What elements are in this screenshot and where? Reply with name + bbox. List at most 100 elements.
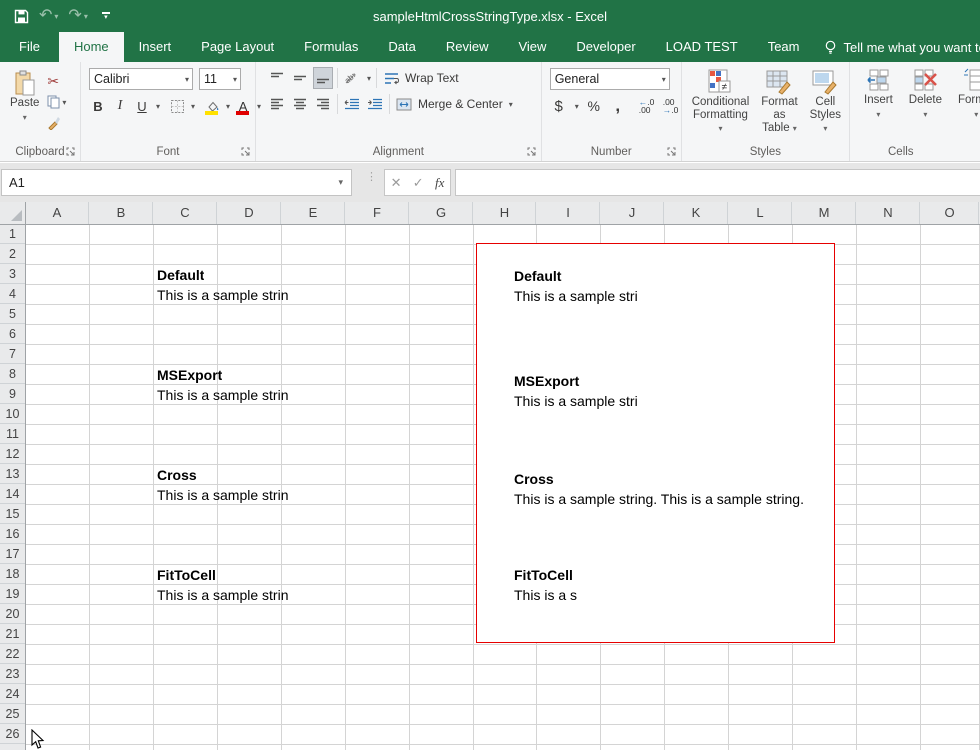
cancel-icon[interactable]: ✕ [391,175,402,191]
row-header-16[interactable]: 16 [0,525,25,544]
cell-C9[interactable]: This is a sample strin [157,387,288,404]
align-bottom-button[interactable] [314,68,332,88]
cell-C4[interactable]: This is a sample strin [157,287,288,304]
column-headers[interactable]: ABCDEFGHIJKLMNO [0,202,980,225]
cut-button[interactable]: ✂ [47,72,66,90]
font-size-combo[interactable]: 11▾ [199,68,241,90]
enter-icon[interactable]: ✓ [413,175,424,191]
row-header-5[interactable]: 5 [0,305,25,324]
name-box[interactable]: A1▾ [1,169,352,196]
align-top-button[interactable] [268,68,286,88]
number-dialog-launcher[interactable] [666,146,677,157]
row-header-12[interactable]: 12 [0,445,25,464]
customize-qat-button[interactable]: ▾ [102,12,110,20]
accounting-format-button[interactable]: $ [550,96,568,116]
row-header-19[interactable]: 19 [0,585,25,604]
row-header-17[interactable]: 17 [0,545,25,564]
row-header-23[interactable]: 23 [0,665,25,684]
row-header-21[interactable]: 21 [0,625,25,644]
orientation-caret-icon[interactable]: ▾ [367,74,371,83]
column-header-N[interactable]: N [857,202,920,224]
row-header-4[interactable]: 4 [0,285,25,304]
cell-C18[interactable]: FitToCell [157,567,216,584]
column-header-A[interactable]: A [26,202,89,224]
row-header-6[interactable]: 6 [0,325,25,344]
column-header-H[interactable]: H [474,202,536,224]
row-header-24[interactable]: 24 [0,685,25,704]
bold-button[interactable]: B [89,96,107,116]
font-name-combo[interactable]: Calibri▾ [89,68,193,90]
undo-button[interactable]: ↶▾ [39,8,58,24]
formula-input[interactable] [455,169,980,196]
insert-cells-button[interactable]: Insert ▾ [860,66,897,143]
row-header-15[interactable]: 15 [0,505,25,524]
alignment-dialog-launcher[interactable] [526,146,537,157]
conditional-formatting-button[interactable]: ≠ Conditional Formatting ▾ [688,66,754,143]
tell-me-box[interactable]: Tell me what you want to do [814,32,980,62]
copy-button[interactable]: ▾ [47,93,66,111]
redo-button[interactable]: ↷▾ [68,8,87,24]
clipboard-dialog-launcher[interactable] [65,146,76,157]
column-header-G[interactable]: G [410,202,473,224]
tab-load-test[interactable]: LOAD TEST [651,32,753,62]
column-header-I[interactable]: I [537,202,600,224]
row-header-2[interactable]: 2 [0,245,25,264]
column-header-F[interactable]: F [346,202,409,224]
cell-styles-button[interactable]: Cell Styles ▾ [806,66,845,143]
redo-caret-icon[interactable]: ▾ [84,12,88,21]
row-headers[interactable]: 1234567891011121314151617181920212223242… [0,225,26,750]
column-header-B[interactable]: B [90,202,153,224]
align-middle-button[interactable] [291,68,309,88]
orientation-button[interactable]: ab [343,68,361,88]
decrease-indent-button[interactable] [343,94,361,114]
cell-C3[interactable]: Default [157,267,204,284]
format-as-table-button[interactable]: Format as Table ▾ [757,66,801,143]
tab-home[interactable]: Home [59,32,124,62]
embedded-picture[interactable]: DefaultThis is a sample striMSExportThis… [476,243,835,643]
row-header-7[interactable]: 7 [0,345,25,364]
column-header-C[interactable]: C [154,202,217,224]
italic-button[interactable]: I [111,96,129,116]
delete-cells-button[interactable]: Delete ▾ [905,66,946,143]
tab-insert[interactable]: Insert [124,32,187,62]
percent-style-button[interactable]: % [585,96,603,116]
comma-style-button[interactable]: , [609,96,627,116]
font-dialog-launcher[interactable] [240,146,251,157]
fill-color-button[interactable] [203,96,221,116]
formula-bar-grip[interactable]: ⋮ [366,175,377,180]
row-header-8[interactable]: 8 [0,365,25,384]
insert-function-icon[interactable]: fx [435,175,444,191]
borders-button[interactable] [168,96,186,116]
borders-caret-icon[interactable]: ▾ [191,102,195,111]
row-header-3[interactable]: 3 [0,265,25,284]
row-header-11[interactable]: 11 [0,425,25,444]
align-center-button[interactable] [291,94,309,114]
row-header-9[interactable]: 9 [0,385,25,404]
column-header-D[interactable]: D [218,202,281,224]
merge-center-label[interactable]: Merge & Center [418,97,503,111]
underline-caret-icon[interactable]: ▾ [156,102,160,111]
column-header-E[interactable]: E [282,202,345,224]
tab-file[interactable]: File [0,32,59,62]
align-right-button[interactable] [314,94,332,114]
wrap-text-label[interactable]: Wrap Text [405,71,459,85]
tab-view[interactable]: View [503,32,561,62]
undo-caret-icon[interactable]: ▾ [54,12,58,21]
row-header-1[interactable]: 1 [0,225,25,244]
name-box-caret-icon[interactable]: ▾ [338,177,343,188]
format-cells-button[interactable]: Format ▾ [954,66,980,143]
font-color-button[interactable]: A [234,96,252,116]
merge-center-button[interactable] [395,94,413,114]
increase-decimal-button[interactable]: ←.0.00 [639,96,657,116]
cell-C14[interactable]: This is a sample strin [157,487,288,504]
tab-review[interactable]: Review [431,32,504,62]
row-header-10[interactable]: 10 [0,405,25,424]
row-header-20[interactable]: 20 [0,605,25,624]
merge-center-caret-icon[interactable]: ▾ [509,100,513,109]
column-header-J[interactable]: J [601,202,664,224]
tab-team[interactable]: Team [753,32,815,62]
format-painter-button[interactable] [47,114,66,132]
select-all-corner[interactable] [0,202,26,224]
row-header-25[interactable]: 25 [0,705,25,724]
row-header-13[interactable]: 13 [0,465,25,484]
